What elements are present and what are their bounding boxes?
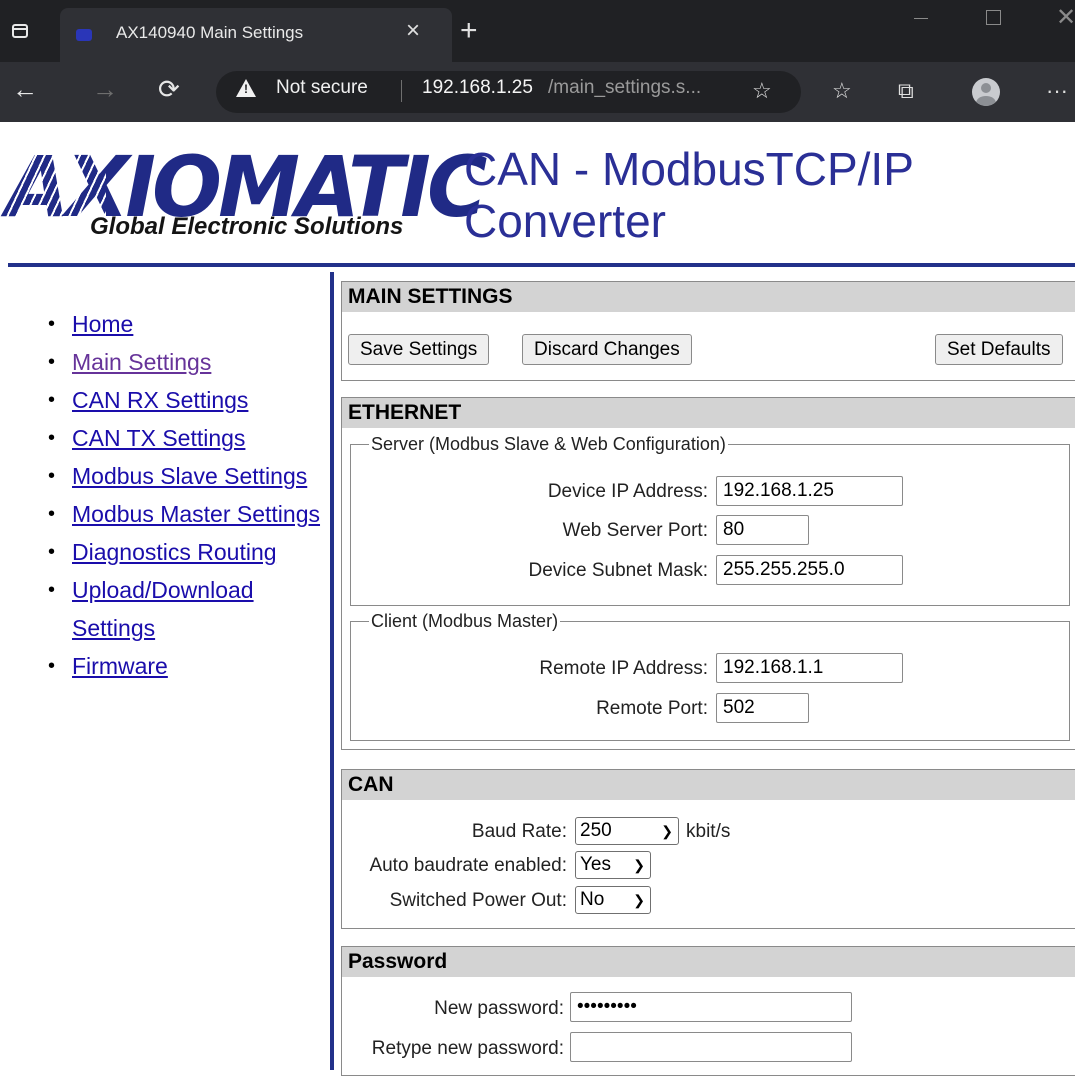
ethernet-section: ETHERNET Server (Modbus Slave & Web Conf… bbox=[341, 397, 1075, 750]
set-defaults-button[interactable]: Set Defaults bbox=[935, 334, 1063, 365]
can-section: CAN Baud Rate: 250 ❯ kbit/s Auto baudrat… bbox=[341, 769, 1075, 929]
save-settings-button[interactable]: Save Settings bbox=[348, 334, 490, 365]
can-heading: CAN bbox=[342, 770, 1075, 800]
subnet-mask-label: Device Subnet Mask: bbox=[528, 560, 708, 581]
server-legend: Server (Modbus Slave & Web Configuration… bbox=[371, 434, 726, 454]
security-label[interactable]: Not secure bbox=[276, 77, 368, 99]
nav-link-main-settings[interactable]: Main Settings bbox=[72, 349, 211, 375]
baud-rate-label: Baud Rate: bbox=[471, 821, 567, 842]
favorites-icon[interactable]: ☆ bbox=[832, 78, 852, 104]
baud-rate-value: 250 bbox=[580, 820, 612, 841]
nav-link-can-tx-settings[interactable]: CAN TX Settings bbox=[72, 425, 245, 451]
new-password-label: New password: bbox=[434, 998, 564, 1019]
axiomatic-logo: AXIOMATIC Global Electronic Solutions bbox=[6, 138, 487, 250]
new-tab-icon[interactable]: + bbox=[460, 16, 478, 46]
nav-link-firmware[interactable]: Firmware bbox=[72, 653, 168, 679]
remote-ip-label: Remote IP Address: bbox=[539, 658, 708, 679]
nav-item-main-settings: Main Settings bbox=[48, 343, 322, 381]
discard-changes-button[interactable]: Discard Changes bbox=[522, 334, 692, 365]
nav-link-modbus-master-settings[interactable]: Modbus Master Settings bbox=[72, 501, 320, 527]
warning-icon[interactable] bbox=[236, 79, 256, 97]
baud-rate-unit: kbit/s bbox=[686, 821, 731, 842]
retype-password-label: Retype new password: bbox=[371, 1038, 564, 1059]
collections-icon[interactable]: ⧉ bbox=[898, 78, 914, 104]
maximize-icon[interactable] bbox=[986, 10, 1001, 25]
client-legend: Client (Modbus Master) bbox=[371, 611, 559, 631]
switched-power-value: No bbox=[580, 889, 605, 910]
back-icon[interactable]: ← bbox=[12, 74, 38, 104]
device-ip-input[interactable] bbox=[716, 476, 903, 506]
window-menu-icon[interactable] bbox=[12, 24, 28, 38]
nav-link-modbus-slave-settings[interactable]: Modbus Slave Settings bbox=[72, 463, 307, 489]
baud-rate-select[interactable]: 250 ❯ bbox=[575, 817, 679, 845]
nav-item-can-tx: CAN TX Settings bbox=[48, 419, 322, 457]
auto-baudrate-label: Auto baudrate enabled: bbox=[369, 855, 567, 876]
remote-ip-input[interactable] bbox=[716, 653, 903, 683]
nav-item-modbus-master: Modbus Master Settings bbox=[48, 495, 322, 533]
reload-icon[interactable]: ⟳ bbox=[158, 74, 180, 104]
nav-link-diagnostics-routing[interactable]: Diagnostics Routing bbox=[72, 539, 277, 565]
sidebar-nav: Home Main Settings CAN RX Settings CAN T… bbox=[48, 305, 322, 685]
nav-item-home: Home bbox=[48, 305, 322, 343]
web-server-port-input[interactable] bbox=[716, 515, 809, 545]
nav-link-home[interactable]: Home bbox=[72, 311, 133, 337]
auto-baudrate-value: Yes bbox=[580, 854, 611, 875]
url-host[interactable]: 192.168.1.25 bbox=[422, 77, 533, 99]
nav-item-diagnostics: Diagnostics Routing bbox=[48, 533, 322, 571]
chevron-down-icon: ❯ bbox=[633, 892, 645, 908]
forward-icon[interactable]: → bbox=[92, 74, 118, 104]
nav-link-upload-download-settings[interactable]: Upload/Download Settings bbox=[72, 577, 254, 641]
switched-power-label: Switched Power Out: bbox=[389, 890, 567, 911]
profile-avatar-icon[interactable] bbox=[972, 78, 1000, 106]
remote-port-input[interactable] bbox=[716, 693, 809, 723]
tab-close-icon[interactable]: × bbox=[406, 19, 420, 43]
retype-password-input[interactable] bbox=[570, 1032, 852, 1062]
device-ip-label: Device IP Address: bbox=[547, 481, 708, 502]
url-path[interactable]: /main_settings.s... bbox=[548, 77, 701, 99]
auto-baudrate-select[interactable]: Yes ❯ bbox=[575, 851, 651, 879]
logo-tagline: Global Electronic Solutions bbox=[90, 213, 404, 240]
more-menu-icon[interactable]: ··· bbox=[1046, 78, 1068, 104]
content-divider bbox=[330, 272, 334, 1070]
chevron-down-icon: ❯ bbox=[661, 823, 673, 839]
chevron-down-icon: ❯ bbox=[633, 857, 645, 873]
active-tab[interactable]: AX140940 Main Settings × bbox=[60, 8, 452, 62]
minimize-icon[interactable] bbox=[914, 18, 928, 19]
tab-favicon-icon bbox=[76, 29, 92, 41]
nav-item-upload-download: Upload/Download Settings bbox=[48, 571, 322, 647]
nav-item-can-rx: CAN RX Settings bbox=[48, 381, 322, 419]
window-close-icon[interactable]: ✕ bbox=[1056, 3, 1075, 32]
nav-item-modbus-slave: Modbus Slave Settings bbox=[48, 457, 322, 495]
password-section: Password New password: Retype new passwo… bbox=[341, 946, 1075, 1076]
main-settings-heading: MAIN SETTINGS bbox=[342, 282, 1075, 312]
browser-toolbar: ← → ⟳ bbox=[0, 62, 1075, 122]
add-favorite-icon[interactable]: ☆ bbox=[752, 78, 772, 104]
subnet-mask-input[interactable] bbox=[716, 555, 903, 585]
new-password-input[interactable] bbox=[570, 992, 852, 1022]
web-server-port-label: Web Server Port: bbox=[562, 520, 708, 541]
address-separator bbox=[401, 80, 402, 102]
password-heading: Password bbox=[342, 947, 1075, 977]
nav-item-firmware: Firmware bbox=[48, 647, 322, 685]
tab-title: AX140940 Main Settings bbox=[116, 23, 304, 42]
browser-tab-bar: AX140940 Main Settings × + ✕ bbox=[0, 0, 1075, 62]
remote-port-label: Remote Port: bbox=[596, 698, 708, 719]
header-divider bbox=[8, 263, 1075, 267]
main-settings-section: MAIN SETTINGS Save Settings Discard Chan… bbox=[341, 281, 1075, 381]
nav-link-can-rx-settings[interactable]: CAN RX Settings bbox=[72, 387, 248, 413]
switched-power-select[interactable]: No ❯ bbox=[575, 886, 651, 914]
ethernet-heading: ETHERNET bbox=[342, 398, 1075, 428]
page-title: CAN - ModbusTCP/IP Converter bbox=[464, 143, 914, 247]
